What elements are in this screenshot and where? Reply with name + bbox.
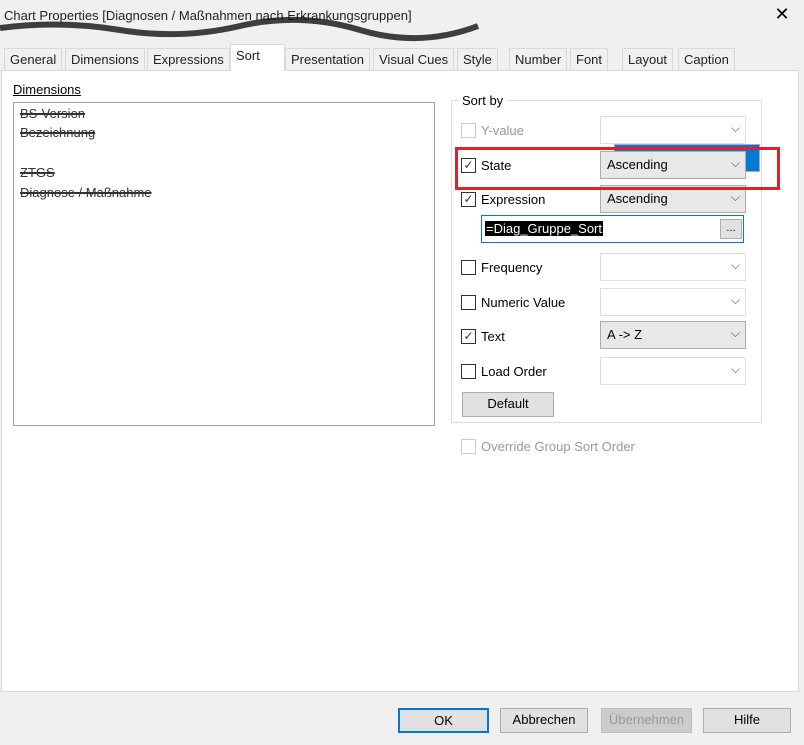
numeric-value-checkbox[interactable]: Numeric Value [461,292,565,312]
list-item[interactable]: ZTGS [18,164,432,183]
dimensions-list[interactable]: BS-Version Bezeichnung ZTGS Gruppe ZTGS … [13,102,760,426]
tab-presentation[interactable]: Presentation [285,48,370,70]
list-item[interactable]: Diagnose / Maßnahme [18,184,432,203]
tab-style[interactable]: Style [457,48,498,70]
default-button[interactable]: Default [462,392,554,417]
text-select[interactable]: A -> Z ⌵ [600,321,746,349]
redaction-scribble [0,16,480,42]
tab-dimensions[interactable]: Dimensions [65,48,145,70]
cancel-button[interactable]: Abbrechen [500,708,588,733]
override-group-sort-checkbox[interactable]: Override Group Sort Order [461,436,635,456]
tab-font[interactable]: Font [570,48,609,70]
highlight-box [455,147,780,190]
tab-expressions[interactable]: Expressions [147,48,230,70]
browse-button[interactable]: ... [720,219,742,239]
y-value-select[interactable]: ⌵ [600,116,746,144]
load-order-select[interactable]: ⌵ [600,357,746,385]
load-order-checkbox[interactable]: Load Order [461,361,547,381]
tab-layout[interactable]: Layout [622,48,674,70]
checkbox-box [461,122,476,138]
frequency-select[interactable]: ⌵ [600,253,746,281]
tab-sort[interactable]: Sort [230,44,285,71]
chevron-down-icon: ⌵ [730,362,740,376]
y-value-checkbox[interactable]: Y-value [461,120,524,140]
close-icon[interactable]: ✕ [772,4,792,25]
chevron-down-icon: ⌵ [730,293,740,307]
text-checkbox[interactable]: ✓ Text [461,326,505,346]
tab-caption[interactable]: Caption [678,48,735,70]
chevron-down-icon: ⌵ [730,121,740,135]
sort-by-label: Sort by [458,93,508,108]
numeric-value-select[interactable]: ⌵ [600,288,746,316]
expression-checkbox[interactable]: ✓ Expression [461,189,545,209]
apply-button: Übernehmen [601,708,692,733]
help-button[interactable]: Hilfe [703,708,791,733]
tab-general[interactable]: General [4,48,63,70]
chevron-down-icon: ⌵ [730,326,740,340]
list-item[interactable]: Bezeichnung [18,124,432,143]
tab-visual-cues[interactable]: Visual Cues [373,48,455,70]
chevron-down-icon: ⌵ [730,190,740,204]
list-item[interactable]: BS-Version [18,105,432,124]
expression-input[interactable]: =Diag_Gruppe_Sort... [481,215,744,243]
dimensions-label: Dimensions [13,82,81,97]
frequency-checkbox[interactable]: Frequency [461,257,542,277]
check-icon: ✓ [461,191,476,207]
ok-button[interactable]: OK [398,708,489,733]
check-icon: ✓ [461,328,476,344]
tab-number[interactable]: Number [509,48,568,70]
chevron-down-icon: ⌵ [730,258,740,272]
